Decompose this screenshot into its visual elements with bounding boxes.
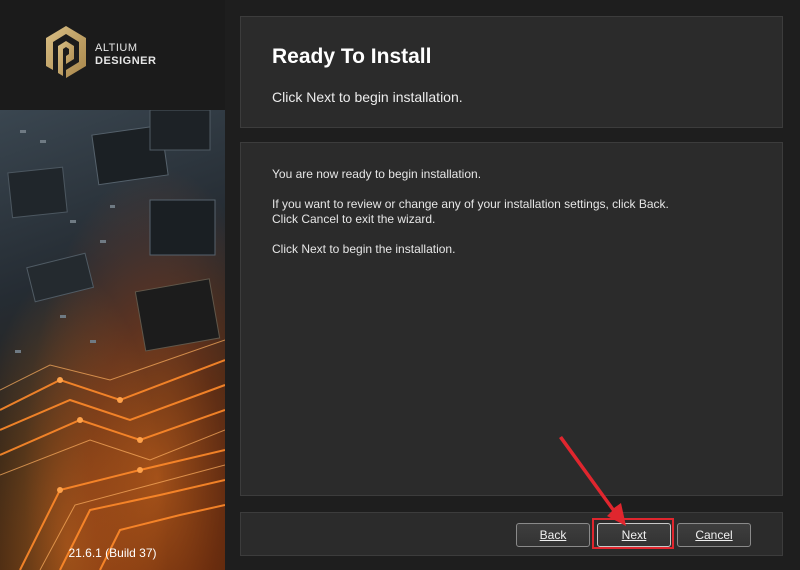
circuit-art — [0, 109, 225, 570]
branding-panel: ALTIUM DESIGNER 21.6.1 (Build 37) — [0, 0, 225, 570]
cancel-button[interactable]: Cancel — [677, 523, 751, 547]
logo-area: ALTIUM DESIGNER — [0, 0, 225, 110]
altium-logo-icon — [46, 26, 86, 78]
page-title: Ready To Install — [272, 45, 432, 68]
page-subtitle: Click Next to begin installation. — [272, 89, 463, 105]
header-panel: Ready To Install Click Next to begin ins… — [240, 16, 783, 128]
review-message: If you want to review or change any of y… — [272, 197, 669, 211]
content-panel: You are now ready to begin installation.… — [240, 142, 783, 496]
cancel-message: Click Cancel to exit the wizard. — [272, 212, 436, 226]
logo-text: ALTIUM DESIGNER — [95, 42, 156, 68]
next-button-highlight — [592, 518, 674, 549]
back-button[interactable]: Back — [516, 523, 590, 547]
circuit-board-image — [0, 109, 225, 570]
logo-text-line1: ALTIUM — [95, 42, 138, 54]
ready-message: You are now ready to begin installation. — [272, 167, 482, 181]
next-message: Click Next to begin the installation. — [272, 242, 456, 256]
logo-text-line2: DESIGNER — [95, 55, 157, 67]
button-bar: Back Next Cancel — [240, 512, 783, 556]
version-label: 21.6.1 (Build 37) — [68, 546, 157, 560]
